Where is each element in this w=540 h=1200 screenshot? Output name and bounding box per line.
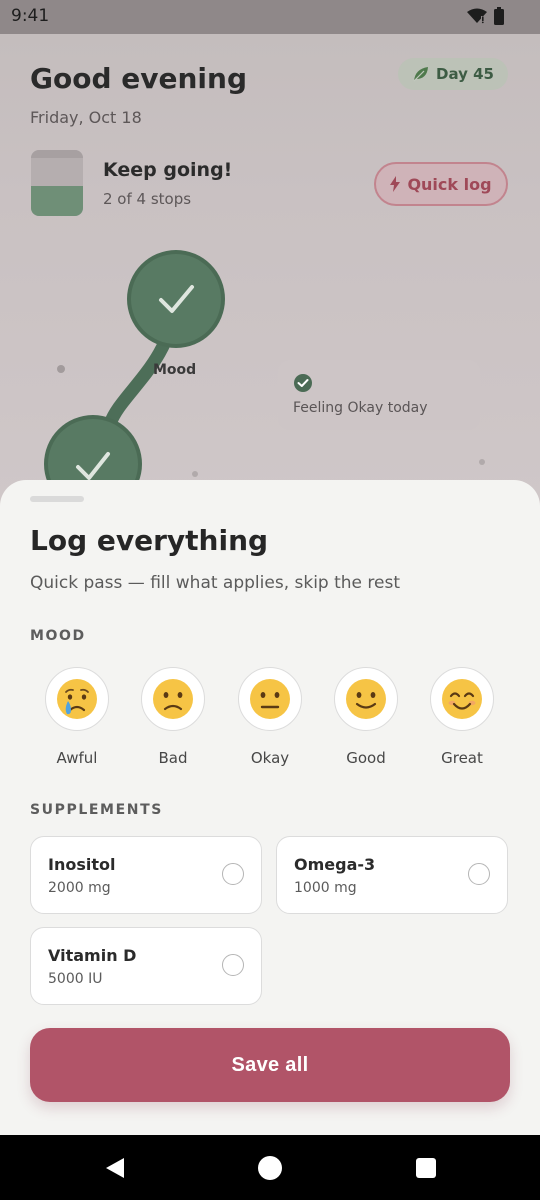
crying-face-icon — [57, 679, 97, 719]
system-nav-bar — [0, 1135, 540, 1200]
supplement-checkbox[interactable] — [222, 954, 244, 976]
mood-circle[interactable] — [238, 667, 302, 731]
wifi-icon — [467, 8, 487, 24]
check-circle-icon — [294, 374, 312, 392]
sheet-subtitle: Quick pass — fill what applies, skip the… — [30, 573, 401, 593]
mood-circle[interactable] — [141, 667, 205, 731]
neutral-face-icon — [250, 679, 290, 719]
status-time: 9:41 — [11, 6, 50, 26]
save-all-button[interactable]: Save all — [30, 1028, 510, 1102]
mood-stop-node[interactable] — [127, 250, 225, 348]
mood-stop-label: Mood — [153, 362, 197, 378]
mood-label-awful: Awful — [56, 749, 98, 767]
battery-icon — [494, 7, 504, 25]
mood-section-label: MOOD — [30, 628, 86, 644]
recents-icon[interactable] — [416, 1158, 436, 1178]
status-bar: 9:41 — [0, 0, 540, 34]
mood-label-okay: Okay — [250, 749, 290, 767]
home-icon[interactable] — [258, 1156, 282, 1180]
supplement-dose: 1000 mg — [294, 880, 357, 896]
mood-option-bad[interactable]: Bad — [138, 667, 208, 767]
supplement-dose: 2000 mg — [48, 880, 111, 896]
sheet-title: Log everything — [30, 524, 269, 557]
supplement-checkbox[interactable] — [468, 863, 490, 885]
feeling-text: Feeling Okay today — [293, 400, 428, 416]
supplement-name: Inositol — [48, 855, 116, 874]
log-everything-sheet: Log everything Quick pass — fill what ap… — [0, 480, 540, 1135]
status-icons — [467, 7, 504, 25]
mood-label-bad: Bad — [158, 749, 188, 767]
supplement-card-inositol[interactable]: Inositol 2000 mg — [30, 836, 262, 914]
mood-circle[interactable] — [334, 667, 398, 731]
mood-label-good: Good — [346, 749, 386, 767]
mood-option-okay[interactable]: Okay — [235, 667, 305, 767]
feeling-card: Feeling Okay today — [278, 360, 480, 430]
mood-option-awful[interactable]: Awful — [42, 667, 112, 767]
mood-circle[interactable] — [45, 667, 109, 731]
supplement-name: Vitamin D — [48, 946, 137, 965]
mood-label-great: Great — [441, 749, 483, 767]
supplement-dose: 5000 IU — [48, 971, 103, 987]
smiling-face-icon — [442, 679, 482, 719]
mood-option-great[interactable]: Great — [427, 667, 497, 767]
journey-path — [44, 250, 485, 500]
sheet-drag-handle[interactable] — [30, 496, 84, 502]
home-background: Good evening Friday, Oct 18 Day 45 Keep … — [0, 34, 540, 500]
mood-option-good[interactable]: Good — [331, 667, 401, 767]
frowning-face-icon — [153, 679, 193, 719]
mood-circle[interactable] — [430, 667, 494, 731]
supplement-checkbox[interactable] — [222, 863, 244, 885]
supplement-card-omega-3[interactable]: Omega-3 1000 mg — [276, 836, 508, 914]
back-icon[interactable] — [104, 1157, 126, 1179]
slightly-smiling-face-icon — [346, 679, 386, 719]
supplement-card-vitamin-d[interactable]: Vitamin D 5000 IU — [30, 927, 262, 1005]
supplements-section-label: SUPPLEMENTS — [30, 802, 163, 818]
supplement-name: Omega-3 — [294, 855, 376, 874]
